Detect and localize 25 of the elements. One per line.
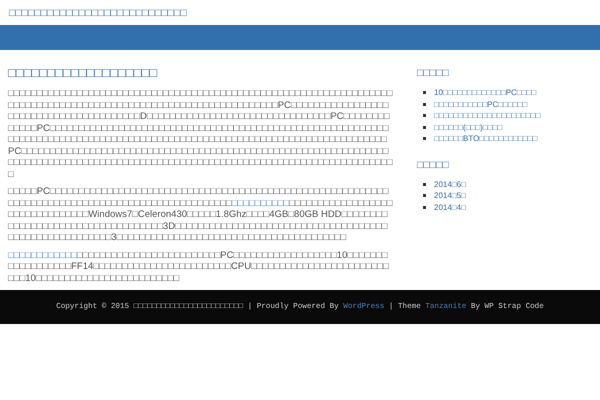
bullet-icon xyxy=(423,194,426,198)
article-paragraph: □□□□□PC□□□□□□□□□□□□□□□□□□□□□□□□□□□□□□□□□□□□□□□□□□□□□□□□□□□□□□□□□□□□□□□□□□□□□□□□□□□□□□□□□□□□□□□□□□□□□□□□□□□□□□□□□□□□□□□□□□□□□□□□□□□□□□□□□□□□□□□□□□□□Windows7□Celeron430□□□□□1.8Ghz□□□□4GB□80GB HDD□□□□□□□□□□□□□□□□□□□□□□□□□□□□□□□□□□□3D□□□□□□□□□□□□□□□□□□□□□□□□□□□□□□□□□□□□□□□□□□□□□□□□□□□□□□□3□□□□□□□□□□□□□□□□□□□□□□□□□□□□□□□□□□□□□□□□ xyxy=(8,186,393,244)
sidebar-link[interactable]: 2014□4□ xyxy=(434,202,466,213)
bullet-icon xyxy=(423,137,426,140)
article-paragraph: □□□□□□□□□□□□□□□□□□□□□□□□□□□□□□□□□□□□□PC□□□□□□□□□□□□□□□□□□10□□□□□□□□□□□□□□□□□□FF14□□□□□□□□□□□□□□□□□□□□□□□□CPU□□□□□□□□□□□□□□□□□□□□□□□□□□□10□□□□□□□□□□□□□□□□□□□□□□□□□ xyxy=(8,250,390,284)
sidebar-link[interactable]: 2014□5□ xyxy=(434,190,466,202)
sidebar-link[interactable]: □□□□□□□□□□□□□□□□□□□□□□ xyxy=(434,110,540,122)
widget-title: □□□□□ xyxy=(417,67,450,79)
bullet-icon xyxy=(423,91,426,94)
article-link[interactable]: □□□□□□□□□□□□ xyxy=(8,250,77,260)
bullet-icon xyxy=(423,114,426,118)
sidebar-link[interactable]: □□□□□□(□□□)□□□□ xyxy=(434,122,502,133)
sidebar-link[interactable]: 10□□□□□□□□□□□□□PC□□□□ xyxy=(434,87,536,98)
article-title: □□□□□□□□□□□□□□□□□□□ xyxy=(8,65,158,80)
widget-title: □□□□□ xyxy=(417,158,450,170)
article-paragraph: □□□□□□□□□□□□□□□□□□□□□□□□□□□□□□□□□□□□□□□□□□□□□□□□□□□□□□□□□□□□□□□□□□□□□□□□□□□□□□□□□□□□□□□□□□□□□□□□□□□□□□□□□□□□□□□□□□PC□□□□□□□□□□□□□□□□□□□□□□□□□□□□□□□□□□□□□□□□D□□□□□□□□□□□□□□□□□□□□□□□□□□□□□□□□PC□□□□□□□□□□□□□PC□□□□□□□□□□□□□□□□□□□□□□□□□□□□□□□□□□□□□□□□□□□□□□□□□□□□□□□□□□□□□□□□□□□□□□□□□□□□□□□□□□□□□□□□□□□□□□□□□□□□□□□□□□□□□□□□□□□□□□□□□□□□□PC□□□□□□□□□□□□□□□□□□□□□□□□□□□□□□□□□□□□□□□□□□□□□□□□□□□□□□□□□□□□□□□□□□□□□□□□□□□□□□□□□□□□□□□□□□□□□□□□□□□□□□□□□□□□□□□□□□□□□□□□□□□□□□□□□□□□ xyxy=(8,88,393,180)
bullet-icon xyxy=(423,182,426,186)
sidebar-link[interactable]: □□□□□□□□□□□PC□□□□□□ xyxy=(434,98,528,110)
bullet-icon xyxy=(423,126,426,129)
site-title[interactable]: □□□□□□□□□□□□□□□□□□□□□□□□□□□□ xyxy=(9,6,187,18)
sidebar-link[interactable]: □□□□□□BTO□□□□□□□□□□□□ xyxy=(434,133,538,144)
bullet-icon xyxy=(423,102,426,106)
bullet-icon xyxy=(423,206,426,209)
article-link[interactable]: □□□□□□□□□□ xyxy=(232,198,290,208)
sidebar-link[interactable]: 2014□6□ xyxy=(434,178,466,190)
